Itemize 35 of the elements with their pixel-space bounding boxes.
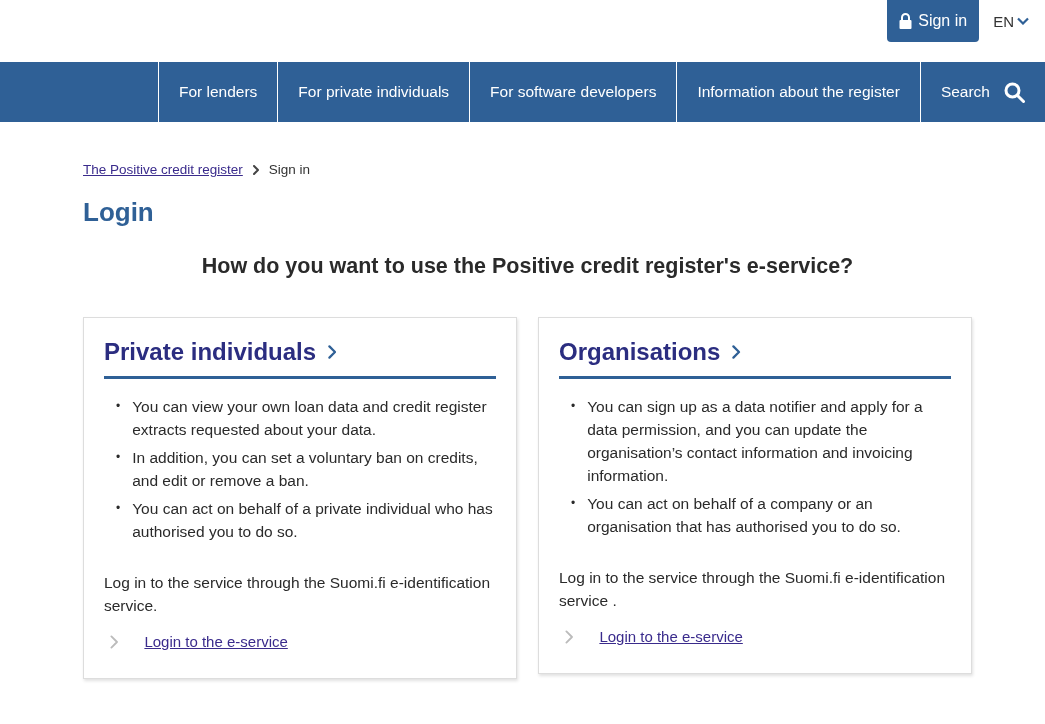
bullet-marker: •	[116, 500, 121, 517]
chevron-right-icon	[252, 164, 259, 175]
login-note: Log in to the service through the Suomi.fi e-identification service .	[559, 568, 946, 611]
breadcrumb-link[interactable]: The Positive credit register	[83, 162, 243, 177]
search-icon	[1004, 81, 1025, 103]
card-title-link[interactable]: Private individuals	[104, 338, 496, 379]
nav-link[interactable]: For private individuals	[277, 62, 470, 122]
language-selector[interactable]: EN	[993, 0, 1029, 42]
bullet-marker: •	[116, 449, 121, 466]
chevron-right-icon	[110, 634, 119, 649]
login-note: Log in to the service through the Suomi.fi e-identification service.	[104, 573, 491, 616]
login-link[interactable]: Login to the e-service	[599, 628, 743, 645]
nav-link[interactable]: Information about the register	[676, 62, 920, 122]
chevron-right-icon	[732, 345, 741, 359]
search-link[interactable]: Search	[919, 62, 1045, 122]
chevron-down-icon	[1017, 17, 1029, 25]
bullet-text: You can act on behalf of a private individual who has authorised you to do so.	[132, 499, 494, 542]
page-question: How do you want to use the Positive credit register's e-service?	[200, 254, 855, 279]
lock-icon	[899, 13, 913, 29]
card-title-link[interactable]: Organisations	[559, 338, 951, 379]
sign-in-button[interactable]: Sign in	[887, 0, 980, 42]
nav-link[interactable]: For lenders	[157, 62, 278, 122]
login-link[interactable]: Login to the e-service	[144, 633, 288, 650]
nav-link[interactable]: For software developers	[469, 62, 677, 122]
bullet-text: In addition, you can set a voluntary ban on credits, and edit or remove a ban.	[132, 448, 479, 491]
chevron-right-icon	[565, 629, 574, 644]
bullet-marker: •	[571, 495, 576, 512]
bullet-marker: •	[116, 398, 121, 415]
bullet-marker: •	[571, 398, 576, 415]
page-title: Login	[83, 197, 155, 228]
breadcrumb-current: Sign in	[268, 162, 311, 177]
chevron-right-icon	[328, 345, 337, 359]
bullet-text: You can sign up as a data notifier and apply for a data permission, and you can update the organisation’s contact information and invoicing information.	[587, 397, 924, 486]
bullet-text: You can act on behalf of a company or an organisation that has authorised you to do so.	[587, 494, 902, 537]
bullet-text: You can view your own loan data and credit register extracts requested about your data.	[132, 397, 488, 440]
